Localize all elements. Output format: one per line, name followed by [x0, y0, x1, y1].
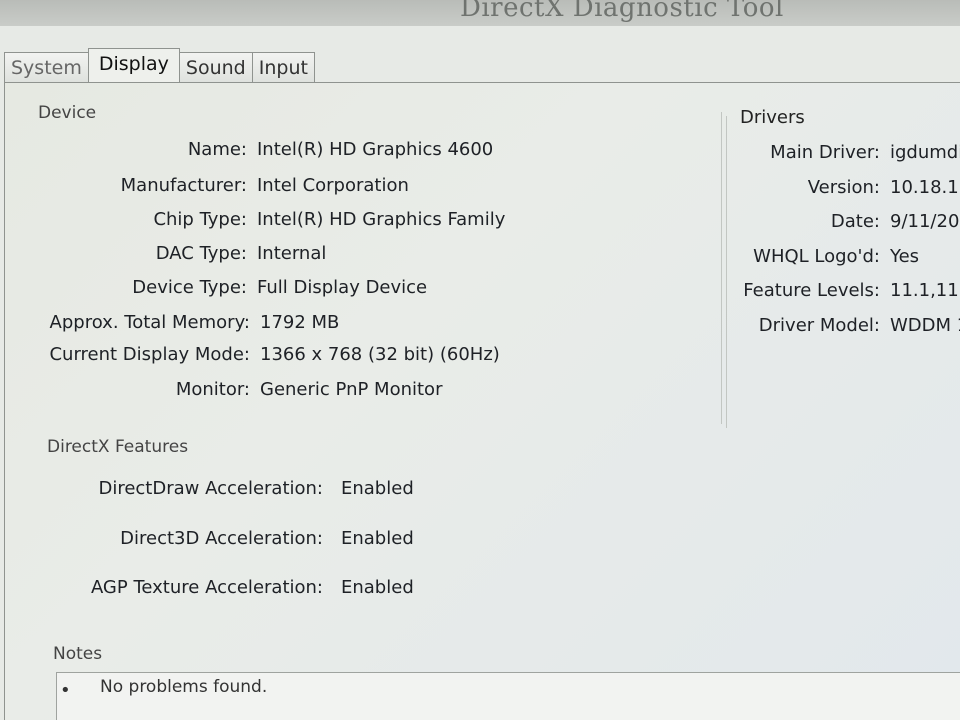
chip-type-label: Chip Type: — [153, 209, 247, 230]
feature-levels-row: Feature Levels: 11.1,11. — [700, 280, 960, 301]
whql-label: WHQL Logo'd: — [753, 246, 880, 267]
display-mode-row: Current Display Mode: 1366 x 768 (32 bit)… — [0, 344, 500, 365]
tab-strip: System Display Sound Input — [4, 48, 315, 82]
total-memory-row: Approx. Total Memory: 1792 MB — [0, 312, 340, 333]
title-bar: DirectX Diagnostic Tool — [0, 0, 960, 27]
driver-version-label: Version: — [807, 177, 880, 198]
driver-date-row: Date: 9/11/20 — [700, 211, 959, 232]
monitor-label: Monitor: — [175, 379, 250, 400]
direct3d-row: Direct3D Acceleration: Enabled — [0, 528, 414, 549]
notes-text: No problems found. — [100, 677, 268, 697]
directdraw-label: DirectDraw Acceleration: — [98, 478, 323, 499]
agp-value: Enabled — [341, 577, 414, 598]
notes-title: Notes — [53, 644, 103, 664]
feature-levels-label: Feature Levels: — [743, 280, 880, 301]
agp-row: AGP Texture Acceleration: Enabled — [0, 577, 414, 598]
notes-bullet: • — [60, 680, 71, 701]
window-title: DirectX Diagnostic Tool — [460, 0, 784, 23]
manufacturer-label: Manufacturer: — [120, 175, 247, 196]
driver-version-row: Version: 10.18.1 — [700, 177, 959, 198]
manufacturer-row: Manufacturer: Intel Corporation — [0, 175, 409, 196]
tab-system[interactable]: System — [4, 52, 89, 82]
tab-input[interactable]: Input — [251, 52, 315, 82]
main-driver-label: Main Driver: — [770, 142, 880, 163]
directx-features-title: DirectX Features — [47, 437, 189, 457]
direct3d-label: Direct3D Acceleration: — [120, 528, 323, 549]
device-group-title: Device — [38, 103, 97, 123]
total-memory-value: 1792 MB — [260, 312, 340, 333]
total-memory-label: Approx. Total Memory: — [49, 312, 250, 333]
chip-type-value: Intel(R) HD Graphics Family — [257, 209, 506, 230]
main-driver-value: igdumdim — [890, 142, 960, 163]
driver-date-label: Date: — [830, 211, 880, 232]
whql-value: Yes — [890, 246, 920, 267]
device-name-label: Name: — [187, 139, 247, 160]
driver-model-value: WDDM 1 — [890, 315, 960, 336]
dac-type-row: DAC Type: Internal — [0, 243, 327, 264]
manufacturer-value: Intel Corporation — [257, 175, 409, 196]
whql-row: WHQL Logo'd: Yes — [700, 246, 919, 267]
driver-model-row: Driver Model: WDDM 1 — [700, 315, 960, 336]
driver-version-value: 10.18.1 — [890, 177, 959, 198]
feature-levels-value: 11.1,11. — [890, 280, 960, 301]
tab-display[interactable]: Display — [87, 48, 180, 82]
directdraw-value: Enabled — [341, 478, 414, 499]
dac-type-label: DAC Type: — [155, 243, 247, 264]
device-type-label: Device Type: — [132, 277, 247, 298]
main-driver-row: Main Driver: igdumdim — [700, 142, 960, 163]
display-mode-value: 1366 x 768 (32 bit) (60Hz) — [260, 344, 500, 365]
device-name-row: Name: Intel(R) HD Graphics 4600 — [0, 139, 493, 160]
directdraw-row: DirectDraw Acceleration: Enabled — [0, 478, 414, 499]
device-name-value: Intel(R) HD Graphics 4600 — [257, 139, 494, 160]
drivers-group-title: Drivers — [740, 107, 805, 128]
driver-model-label: Driver Model: — [758, 315, 880, 336]
screen: DirectX Diagnostic Tool System Display S… — [0, 0, 960, 720]
driver-date-value: 9/11/20 — [890, 211, 960, 232]
monitor-value: Generic PnP Monitor — [260, 379, 443, 400]
device-type-value: Full Display Device — [257, 277, 428, 298]
display-mode-label: Current Display Mode: — [49, 344, 250, 365]
chip-type-row: Chip Type: Intel(R) HD Graphics Family — [0, 209, 505, 230]
direct3d-value: Enabled — [341, 528, 414, 549]
tab-sound[interactable]: Sound — [178, 52, 253, 82]
device-type-row: Device Type: Full Display Device — [0, 277, 427, 298]
dac-type-value: Internal — [257, 243, 327, 264]
agp-label: AGP Texture Acceleration: — [90, 577, 323, 598]
monitor-row: Monitor: Generic PnP Monitor — [0, 379, 443, 400]
